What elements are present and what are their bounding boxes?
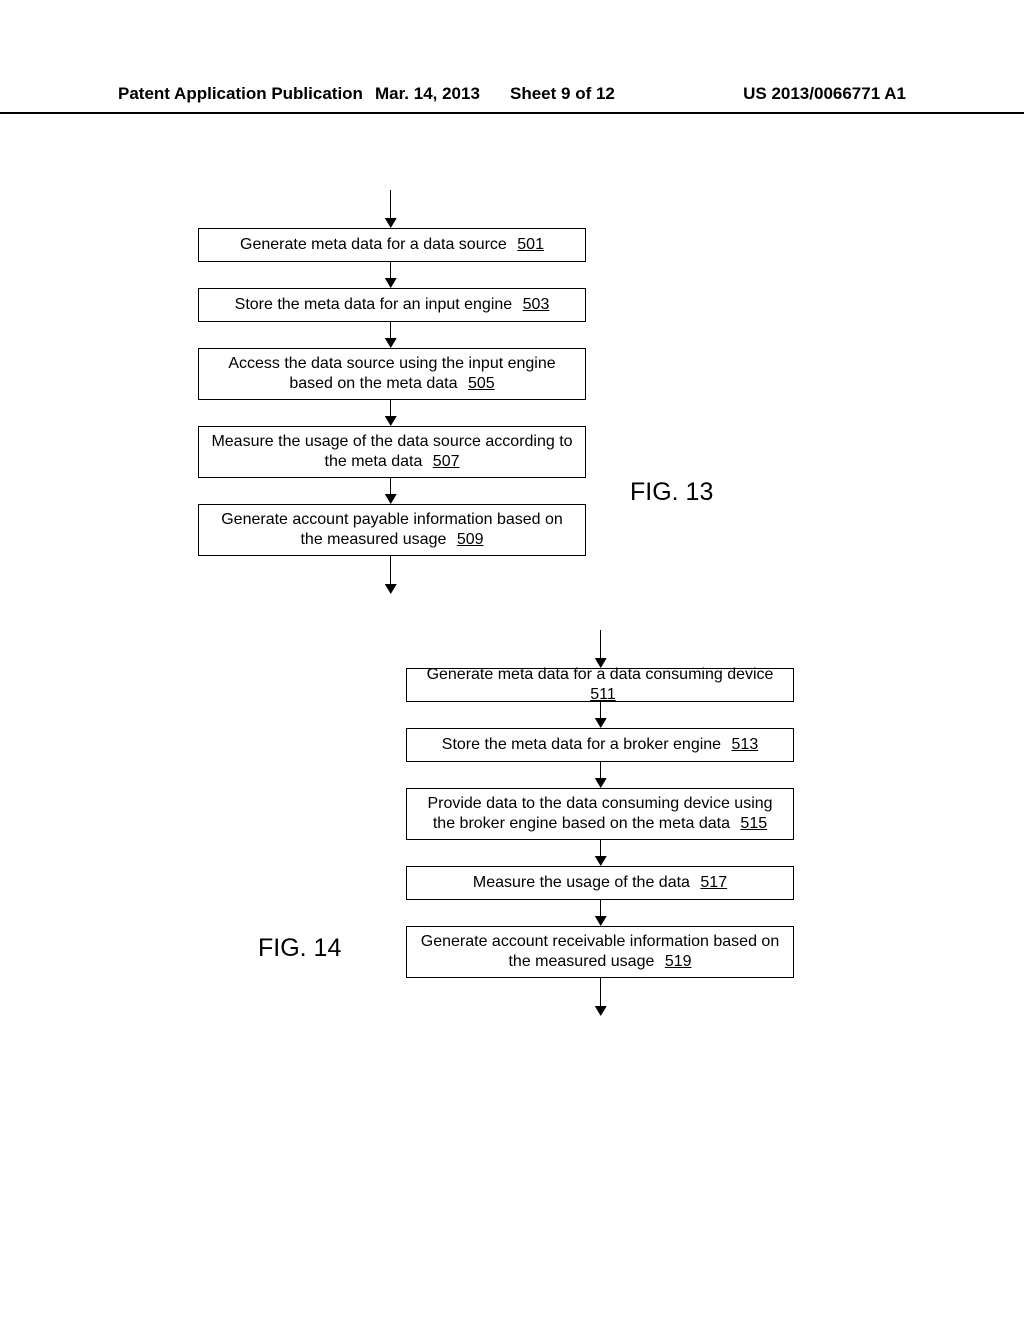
- step-ref: 517: [700, 874, 727, 891]
- fig14-arrowhead-3: [595, 856, 607, 866]
- step-ref: 513: [732, 736, 759, 753]
- fig14-arrow-4: [600, 900, 601, 916]
- step-ref: 503: [523, 296, 550, 313]
- fig14-arrow-in: [600, 630, 601, 658]
- header-sheet: Sheet 9 of 12: [510, 84, 615, 104]
- fig14-arrowhead-1: [595, 718, 607, 728]
- step-text: Measure the usage of the data source acc…: [211, 433, 572, 470]
- fig13-step-507: Measure the usage of the data source acc…: [198, 426, 586, 478]
- fig14-arrowhead-2: [595, 778, 607, 788]
- step-ref: 505: [468, 375, 495, 392]
- fig13-arrow-4: [390, 478, 391, 494]
- fig14-arrowhead-out: [595, 1006, 607, 1016]
- page-header: Patent Application Publication Mar. 14, …: [0, 84, 1024, 114]
- step-ref: 511: [590, 686, 616, 703]
- fig13-arrowhead-3: [385, 416, 397, 426]
- step-ref: 515: [740, 815, 767, 832]
- step-text: Measure the usage of the data: [473, 874, 690, 891]
- fig14-arrow-3: [600, 840, 601, 856]
- fig14-arrowhead-4: [595, 916, 607, 926]
- header-date: Mar. 14, 2013: [375, 84, 480, 104]
- fig13-step-505: Access the data source using the input e…: [198, 348, 586, 400]
- header-publication: Patent Application Publication: [118, 84, 363, 104]
- step-text: Store the meta data for an input engine: [235, 296, 513, 313]
- fig13-label: FIG. 13: [630, 478, 713, 507]
- fig14-label: FIG. 14: [258, 934, 341, 963]
- fig14-arrow-out: [600, 978, 601, 1006]
- fig13-arrowhead-2: [385, 338, 397, 348]
- step-text: Provide data to the data consuming devic…: [427, 795, 772, 832]
- fig13-arrow-3: [390, 400, 391, 416]
- fig13-arrowhead-in: [385, 218, 397, 228]
- step-text: Generate account payable information bas…: [221, 511, 563, 548]
- step-ref: 501: [517, 236, 544, 253]
- fig13-arrowhead-out: [385, 584, 397, 594]
- fig14-step-517: Measure the usage of the data 517: [406, 866, 794, 900]
- step-text: Generate meta data for a data consuming …: [427, 666, 774, 683]
- fig14-step-513: Store the meta data for a broker engine …: [406, 728, 794, 762]
- fig13-arrow-1: [390, 262, 391, 278]
- step-ref: 507: [433, 453, 460, 470]
- fig13-step-501: Generate meta data for a data source 501: [198, 228, 586, 262]
- fig14-arrow-1: [600, 702, 601, 718]
- fig13-step-509: Generate account payable information bas…: [198, 504, 586, 556]
- fig14-step-511: Generate meta data for a data consuming …: [406, 668, 794, 702]
- header-pubno: US 2013/0066771 A1: [743, 84, 906, 104]
- step-ref: 509: [457, 531, 484, 548]
- step-ref: 519: [665, 953, 692, 970]
- step-text: Access the data source using the input e…: [228, 355, 555, 392]
- fig13-arrow-in: [390, 190, 391, 218]
- fig13-arrowhead-4: [385, 494, 397, 504]
- step-text: Store the meta data for a broker engine: [442, 736, 721, 753]
- fig14-step-515: Provide data to the data consuming devic…: [406, 788, 794, 840]
- fig14-step-519: Generate account receivable information …: [406, 926, 794, 978]
- fig14-arrow-2: [600, 762, 601, 778]
- fig13-arrow-out: [390, 556, 391, 584]
- fig13-arrow-2: [390, 322, 391, 338]
- fig13-arrowhead-1: [385, 278, 397, 288]
- step-text: Generate account receivable information …: [421, 933, 779, 970]
- step-text: Generate meta data for a data source: [240, 236, 507, 253]
- fig13-step-503: Store the meta data for an input engine …: [198, 288, 586, 322]
